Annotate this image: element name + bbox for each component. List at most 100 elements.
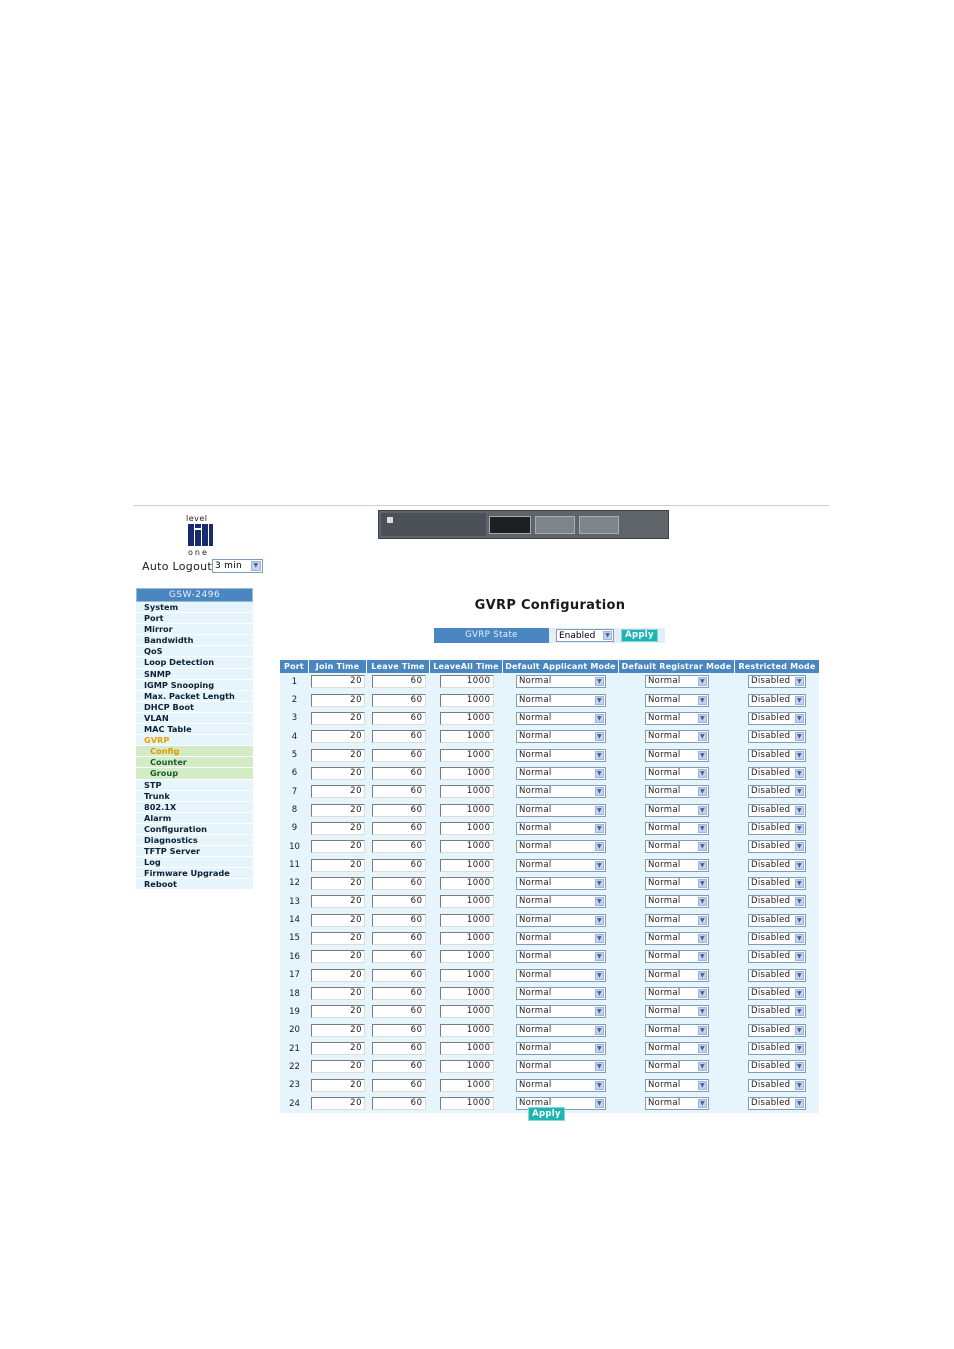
- restricted-mode-select[interactable]: Disabled ▼: [748, 1097, 806, 1111]
- sidebar-item-dhcp-boot[interactable]: DHCP Boot: [136, 701, 253, 713]
- leaveall-time-input[interactable]: 1000: [439, 1097, 494, 1111]
- leave-time-input[interactable]: 60: [371, 766, 426, 780]
- leave-time-input[interactable]: 60: [371, 1042, 426, 1056]
- restricted-mode-select[interactable]: Disabled ▼: [748, 803, 806, 817]
- restricted-mode-select[interactable]: Disabled ▼: [748, 730, 806, 744]
- leaveall-time-input[interactable]: 1000: [439, 968, 494, 982]
- leave-time-input[interactable]: 60: [371, 1060, 426, 1074]
- restricted-mode-select[interactable]: Disabled ▼: [748, 675, 806, 689]
- sidebar-item-mac-table[interactable]: MAC Table: [136, 724, 253, 736]
- restricted-mode-select[interactable]: Disabled ▼: [748, 821, 806, 835]
- leave-time-input[interactable]: 60: [371, 1005, 426, 1019]
- sidebar-item-snmp[interactable]: SNMP: [136, 668, 253, 680]
- sidebar-item-config[interactable]: Config: [136, 746, 253, 758]
- leave-time-input[interactable]: 60: [371, 1023, 426, 1037]
- registrar-mode-select[interactable]: Normal ▼: [645, 1005, 709, 1019]
- leaveall-time-input[interactable]: 1000: [439, 1023, 494, 1037]
- registrar-mode-select[interactable]: Normal ▼: [645, 1097, 709, 1111]
- sidebar-item-counter[interactable]: Counter: [136, 757, 253, 769]
- leaveall-time-input[interactable]: 1000: [439, 803, 494, 817]
- leaveall-time-input[interactable]: 1000: [439, 1078, 494, 1092]
- leave-time-input[interactable]: 60: [371, 711, 426, 725]
- leaveall-time-input[interactable]: 1000: [439, 1060, 494, 1074]
- sidebar-item-reboot[interactable]: Reboot: [136, 879, 253, 891]
- apply-button[interactable]: Apply: [528, 1107, 565, 1121]
- registrar-mode-select[interactable]: Normal ▼: [645, 1023, 709, 1037]
- sidebar-item-igmp-snooping[interactable]: IGMP Snooping: [136, 679, 253, 691]
- applicant-mode-select[interactable]: Normal ▼: [516, 748, 606, 762]
- registrar-mode-select[interactable]: Normal ▼: [645, 840, 709, 854]
- restricted-mode-select[interactable]: Disabled ▼: [748, 950, 806, 964]
- sidebar-item-alarm[interactable]: Alarm: [136, 812, 253, 824]
- join-time-input[interactable]: 20: [311, 785, 365, 799]
- join-time-input[interactable]: 20: [311, 766, 365, 780]
- sidebar-item-802-1x[interactable]: 802.1X: [136, 801, 253, 813]
- leave-time-input[interactable]: 60: [371, 895, 426, 909]
- registrar-mode-select[interactable]: Normal ▼: [645, 858, 709, 872]
- leave-time-input[interactable]: 60: [371, 913, 426, 927]
- leaveall-time-input[interactable]: 1000: [439, 748, 494, 762]
- registrar-mode-select[interactable]: Normal ▼: [645, 1078, 709, 1092]
- sidebar-item-diagnostics[interactable]: Diagnostics: [136, 834, 253, 847]
- leaveall-time-input[interactable]: 1000: [439, 895, 494, 909]
- applicant-mode-select[interactable]: Normal ▼: [516, 913, 606, 927]
- leaveall-time-input[interactable]: 1000: [439, 785, 494, 799]
- join-time-input[interactable]: 20: [311, 693, 365, 707]
- restricted-mode-select[interactable]: Disabled ▼: [748, 895, 806, 909]
- applicant-mode-select[interactable]: Normal ▼: [516, 1005, 606, 1019]
- leave-time-input[interactable]: 60: [371, 693, 426, 707]
- sidebar-item-port[interactable]: Port: [136, 613, 253, 625]
- applicant-mode-select[interactable]: Normal ▼: [516, 931, 606, 945]
- leave-time-input[interactable]: 60: [371, 675, 426, 689]
- registrar-mode-select[interactable]: Normal ▼: [645, 821, 709, 835]
- join-time-input[interactable]: 20: [311, 987, 365, 1001]
- registrar-mode-select[interactable]: Normal ▼: [645, 675, 709, 689]
- registrar-mode-select[interactable]: Normal ▼: [645, 748, 709, 762]
- leave-time-input[interactable]: 60: [371, 1078, 426, 1092]
- leaveall-time-input[interactable]: 1000: [439, 675, 494, 689]
- gvrp-state-select[interactable]: Enabled ▼: [556, 629, 614, 642]
- applicant-mode-select[interactable]: Normal ▼: [516, 730, 606, 744]
- sidebar-item-vlan[interactable]: VLAN: [136, 712, 253, 725]
- leaveall-time-input[interactable]: 1000: [439, 766, 494, 780]
- join-time-input[interactable]: 20: [311, 821, 365, 835]
- sidebar-item-system[interactable]: System: [136, 602, 253, 614]
- join-time-input[interactable]: 20: [311, 876, 365, 890]
- leaveall-time-input[interactable]: 1000: [439, 1005, 494, 1019]
- leave-time-input[interactable]: 60: [371, 987, 426, 1001]
- restricted-mode-select[interactable]: Disabled ▼: [748, 968, 806, 982]
- leave-time-input[interactable]: 60: [371, 968, 426, 982]
- sidebar-item-bandwidth[interactable]: Bandwidth: [136, 635, 253, 647]
- applicant-mode-select[interactable]: Normal ▼: [516, 1060, 606, 1074]
- registrar-mode-select[interactable]: Normal ▼: [645, 711, 709, 725]
- restricted-mode-select[interactable]: Disabled ▼: [748, 913, 806, 927]
- restricted-mode-select[interactable]: Disabled ▼: [748, 1023, 806, 1037]
- leaveall-time-input[interactable]: 1000: [439, 858, 494, 872]
- sidebar-item-qos[interactable]: QoS: [136, 646, 253, 658]
- leaveall-time-input[interactable]: 1000: [439, 840, 494, 854]
- leave-time-input[interactable]: 60: [371, 785, 426, 799]
- leaveall-time-input[interactable]: 1000: [439, 931, 494, 945]
- join-time-input[interactable]: 20: [311, 968, 365, 982]
- leaveall-time-input[interactable]: 1000: [439, 711, 494, 725]
- sidebar-item-firmware-upgrade[interactable]: Firmware Upgrade: [136, 868, 253, 880]
- restricted-mode-select[interactable]: Disabled ▼: [748, 931, 806, 945]
- restricted-mode-select[interactable]: Disabled ▼: [748, 711, 806, 725]
- registrar-mode-select[interactable]: Normal ▼: [645, 876, 709, 890]
- registrar-mode-select[interactable]: Normal ▼: [645, 1060, 709, 1074]
- restricted-mode-select[interactable]: Disabled ▼: [748, 1042, 806, 1056]
- restricted-mode-select[interactable]: Disabled ▼: [748, 785, 806, 799]
- applicant-mode-select[interactable]: Normal ▼: [516, 1078, 606, 1092]
- join-time-input[interactable]: 20: [311, 840, 365, 854]
- join-time-input[interactable]: 20: [311, 858, 365, 872]
- restricted-mode-select[interactable]: Disabled ▼: [748, 748, 806, 762]
- leaveall-time-input[interactable]: 1000: [439, 876, 494, 890]
- registrar-mode-select[interactable]: Normal ▼: [645, 766, 709, 780]
- restricted-mode-select[interactable]: Disabled ▼: [748, 987, 806, 1001]
- registrar-mode-select[interactable]: Normal ▼: [645, 730, 709, 744]
- sidebar-item-stp[interactable]: STP: [136, 779, 253, 791]
- restricted-mode-select[interactable]: Disabled ▼: [748, 840, 806, 854]
- leaveall-time-input[interactable]: 1000: [439, 987, 494, 1001]
- auto-logout-select[interactable]: 3 min ▼: [212, 559, 263, 573]
- leave-time-input[interactable]: 60: [371, 821, 426, 835]
